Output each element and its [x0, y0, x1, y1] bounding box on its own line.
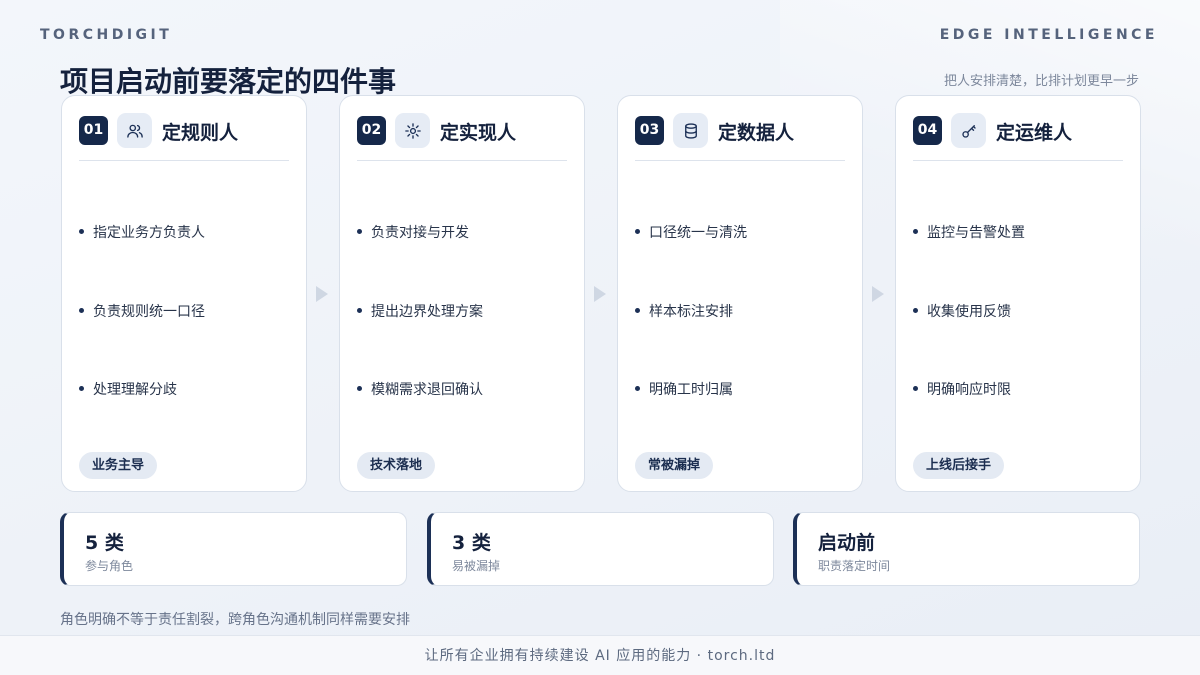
stat-value: 3 类 [452, 532, 491, 554]
list-item: 负责规则统一口径 [79, 301, 296, 321]
card-tag: 业务主导 [79, 452, 158, 479]
card-number-badge: 03 [635, 116, 664, 145]
divider [357, 160, 567, 161]
footer-text: 让所有企业拥有持续建设 AI 应用的能力 · torch.ltd [424, 648, 776, 664]
stat-value: 5 类 [85, 532, 124, 554]
stat-card-roles: 5 类 参与角色 [60, 512, 407, 586]
role-card-implementation: 02 定实现人 负责对接与开发 提出边界处理方案 模糊需求退回确认 技术落地 [339, 95, 585, 492]
list-item-text: 提出边界处理方案 [371, 304, 483, 320]
card-number-badge: 02 [357, 116, 386, 145]
list-item-text: 口径统一与清洗 [649, 225, 747, 241]
bullet-dot-icon [913, 307, 918, 313]
card-title: 定运维人 [996, 122, 1073, 144]
bullet-dot-icon [79, 385, 84, 391]
divider [913, 160, 1123, 161]
bullet-dot-icon [79, 307, 84, 313]
list-item: 负责对接与开发 [357, 222, 574, 242]
card-title: 定实现人 [440, 122, 517, 144]
bullet-dot-icon [635, 307, 640, 313]
list-item: 指定业务方负责人 [79, 222, 296, 242]
stat-label: 职责落定时间 [818, 559, 891, 573]
role-card-data: 03 定数据人 口径统一与清洗 样本标注安排 明确工时归属 常被漏掉 [617, 95, 863, 492]
card-header: 01 定规则人 [79, 113, 289, 149]
list-item: 监控与告警处置 [913, 222, 1130, 242]
list-item: 样本标注安排 [635, 301, 852, 321]
bullet-dot-icon [357, 385, 362, 391]
list-item: 明确工时归属 [635, 379, 852, 399]
bullet-dot-icon [635, 228, 640, 234]
card-tag: 上线后接手 [913, 452, 1005, 479]
list-item: 口径统一与清洗 [635, 222, 852, 242]
bullet-dot-icon [913, 228, 918, 234]
card-number-badge: 01 [79, 116, 108, 145]
stat-card-missed: 3 类 易被漏掉 [427, 512, 774, 586]
users-icon [117, 113, 152, 148]
arrow-right-icon [594, 286, 606, 302]
arrow-right-icon [316, 286, 328, 302]
bullet-dot-icon [913, 385, 918, 391]
list-item-text: 明确响应时限 [927, 382, 1011, 398]
list-item-text: 样本标注安排 [649, 304, 733, 320]
brand-tagline: EDGE INTELLIGENCE [939, 27, 1158, 43]
page-subtitle: 把人安排清楚，比排计划更早一步 [943, 74, 1139, 89]
page-title: 项目启动前要落定的四件事 [60, 65, 397, 98]
database-icon [673, 113, 708, 148]
card-tag: 常被漏掉 [635, 452, 714, 479]
list-item-text: 指定业务方负责人 [93, 225, 205, 241]
divider [79, 160, 289, 161]
list-item-text: 负责对接与开发 [371, 225, 469, 241]
card-number-badge: 04 [913, 116, 942, 145]
card-title: 定规则人 [162, 122, 239, 144]
card-title: 定数据人 [718, 122, 795, 144]
arrow-right-icon [872, 286, 884, 302]
card-header: 02 定实现人 [357, 113, 567, 149]
brand-logo-text: TORCHDIGIT [40, 27, 173, 43]
stat-card-timing: 启动前 职责落定时间 [793, 512, 1140, 586]
bullet-dot-icon [357, 307, 362, 313]
bullet-dot-icon [635, 385, 640, 391]
list-item-text: 明确工时归属 [649, 382, 733, 398]
card-header: 04 定运维人 [913, 113, 1123, 149]
list-item-text: 模糊需求退回确认 [371, 382, 483, 398]
list-item-text: 处理理解分歧 [93, 382, 177, 398]
list-item: 模糊需求退回确认 [357, 379, 574, 399]
bullet-dot-icon [79, 228, 84, 234]
divider [635, 160, 845, 161]
gear-icon [395, 113, 430, 148]
role-card-rules: 01 定规则人 指定业务方负责人 负责规则统一口径 处理理解分歧 业务主导 [61, 95, 307, 492]
footer: 让所有企业拥有持续建设 AI 应用的能力 · torch.ltd [0, 635, 1200, 675]
stat-label: 参与角色 [85, 559, 134, 573]
list-item: 处理理解分歧 [79, 379, 296, 399]
stat-value: 启动前 [818, 532, 876, 554]
list-item: 收集使用反馈 [913, 301, 1130, 321]
key-icon [951, 113, 986, 148]
list-item: 提出边界处理方案 [357, 301, 574, 321]
list-item: 明确响应时限 [913, 379, 1130, 399]
card-tag: 技术落地 [357, 452, 436, 479]
footnote: 角色明确不等于责任割裂，跨角色沟通机制同样需要安排 [60, 612, 410, 628]
stat-label: 易被漏掉 [452, 559, 501, 573]
list-item-text: 负责规则统一口径 [93, 304, 205, 320]
card-header: 03 定数据人 [635, 113, 845, 149]
list-item-text: 监控与告警处置 [927, 225, 1025, 241]
bullet-dot-icon [357, 228, 362, 234]
list-item-text: 收集使用反馈 [927, 304, 1011, 320]
role-card-operations: 04 定运维人 监控与告警处置 收集使用反馈 明确响应时限 上线后接手 [895, 95, 1141, 492]
